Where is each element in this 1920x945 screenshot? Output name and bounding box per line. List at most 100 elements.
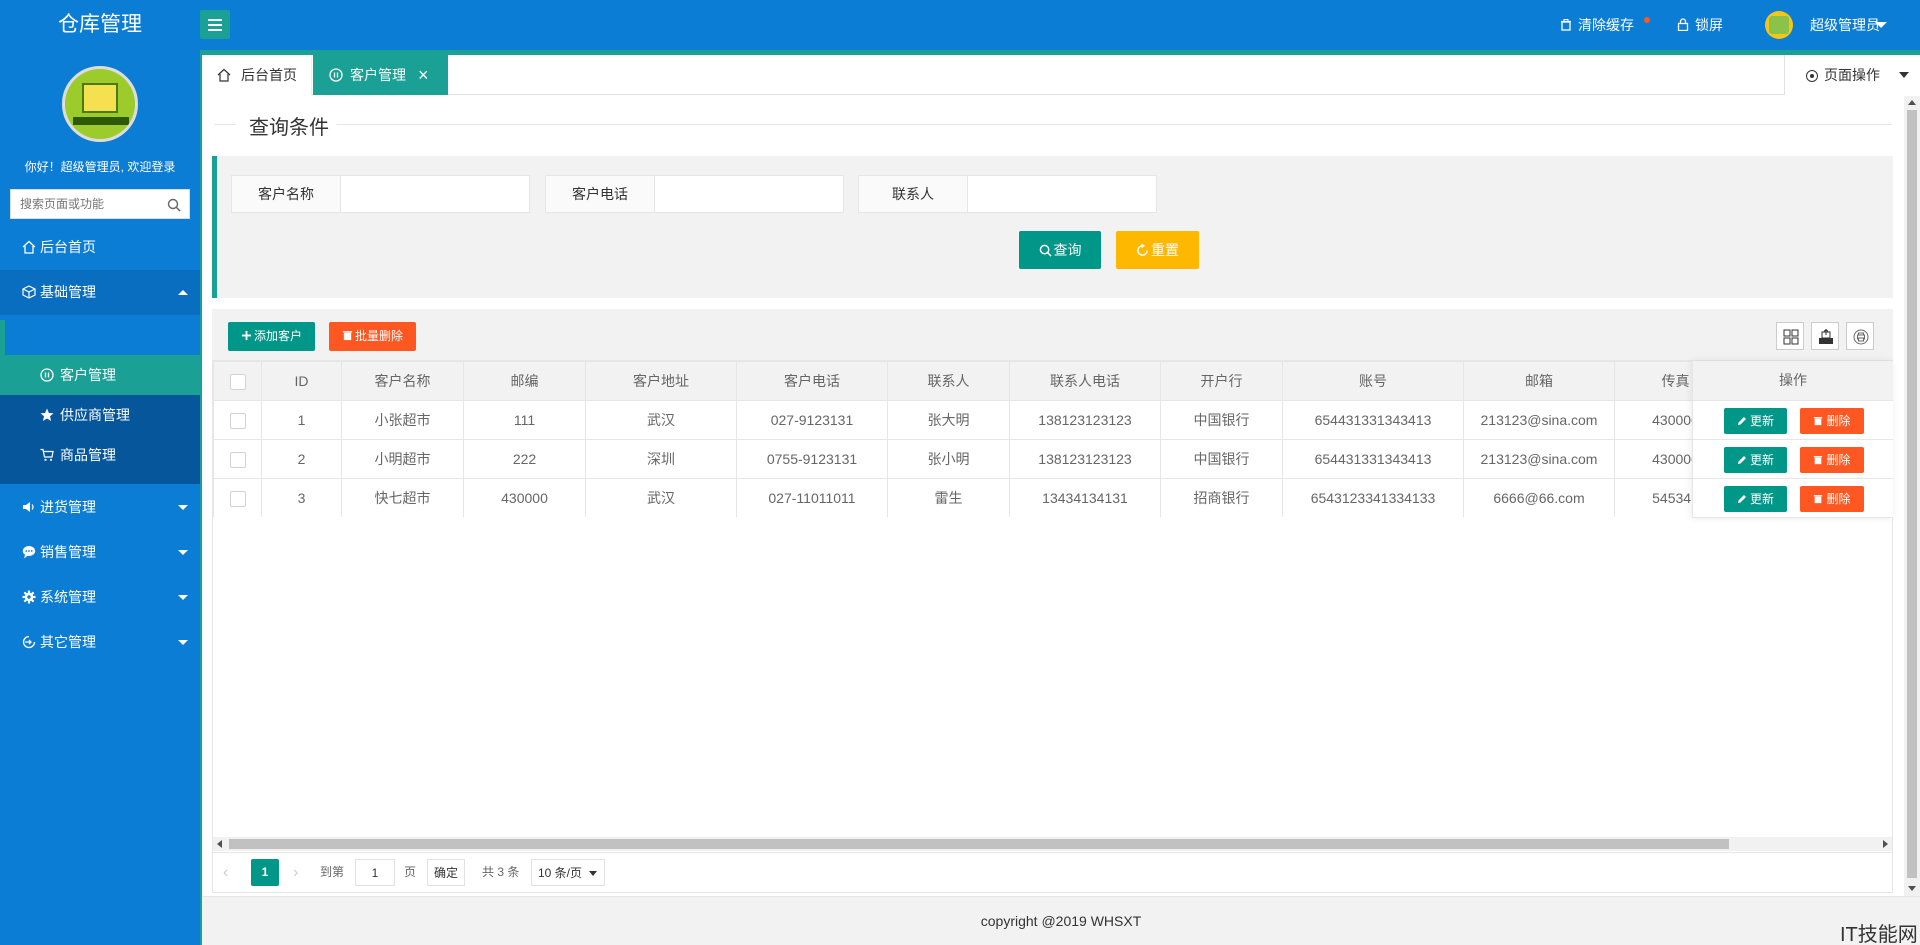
delete-button[interactable]: 删除 [1800, 447, 1864, 473]
reset-button[interactable]: 重置 [1116, 231, 1199, 269]
table-cell: 武汉 [585, 478, 737, 517]
vertical-scrollbar[interactable] [1904, 96, 1920, 896]
page-number-input[interactable]: 1 [355, 859, 395, 886]
sidebar-item-other[interactable]: 其它管理 [0, 620, 200, 665]
table-cell: 张大明 [887, 400, 1010, 440]
row-select-cell[interactable] [213, 400, 262, 440]
tab-home[interactable]: 后台首页 [202, 55, 312, 95]
table-header-row: ID 客户名称 邮编 客户地址 客户电话 联系人 联系人电话 开户行 账号 邮箱… [213, 361, 1737, 401]
pause-circle-icon [329, 68, 343, 82]
tab-customer[interactable]: 客户管理 × [313, 55, 448, 95]
customer-name-input[interactable] [341, 176, 529, 212]
cart-icon [40, 448, 54, 461]
sidebar-search-input[interactable] [11, 190, 161, 218]
sidebar-item-goods[interactable]: 商品管理 [0, 435, 200, 475]
table-cell: 654431331343413 [1282, 400, 1464, 440]
close-icon[interactable]: × [418, 55, 429, 95]
customer-phone-input[interactable] [655, 176, 843, 212]
row-select-cell[interactable] [213, 439, 262, 479]
sidebar-item-customer[interactable]: 客户管理 [0, 355, 200, 395]
trash-icon [1561, 18, 1571, 31]
column-header[interactable]: 邮箱 [1463, 361, 1615, 401]
column-header[interactable]: 联系人 [887, 361, 1010, 401]
batch-delete-button[interactable]: 批量删除 [329, 322, 416, 351]
sidebar-item-supplier[interactable]: 供应商管理 [0, 395, 200, 435]
user-menu[interactable]: 超级管理员 [1810, 0, 1880, 50]
search-button[interactable]: 查询 [1019, 231, 1101, 269]
app-title: 仓库管理 [58, 13, 142, 36]
trash-icon [1814, 455, 1823, 464]
print-button[interactable] [1846, 322, 1874, 350]
sidebar: 你好！超级管理员, 欢迎登录 后台首页 基础管理 客户管理 供应商管理 商品管理… [0, 50, 200, 945]
chevron-down-icon[interactable] [1875, 22, 1887, 28]
customer-phone-field: 客户电话 [545, 175, 845, 213]
column-header[interactable]: 客户名称 [341, 361, 464, 401]
operations-row: 更新 删除 [1693, 479, 1893, 518]
sidebar-item-purchase[interactable]: 进货管理 [0, 485, 200, 530]
horizontal-scrollbar[interactable] [213, 837, 1892, 851]
sidebar-item-home[interactable]: 后台首页 [0, 225, 200, 270]
sidebar-item-label: 销售管理 [40, 544, 96, 560]
page-size-select[interactable]: 10 条/页 [531, 859, 605, 886]
chevron-down-icon [589, 871, 597, 876]
column-header[interactable]: ID [261, 361, 342, 401]
sidebar-item-label: 客户管理 [60, 367, 116, 383]
page-operations-menu[interactable]: 页面操作 [1784, 55, 1920, 95]
delete-button[interactable]: 删除 [1800, 486, 1864, 512]
plus-icon [241, 331, 252, 341]
clear-cache-button[interactable]: 清除缓存 [1560, 0, 1634, 50]
confirm-page-button[interactable]: 确定 [427, 859, 465, 886]
table-row[interactable]: 3 快七超市 430000 武汉 027-11011011 雷生 1343413… [213, 478, 1737, 517]
column-header[interactable]: 客户地址 [585, 361, 737, 401]
pagination: ‹ 1 › 到第 1 页 确定 共 3 条 10 条/页 [213, 852, 1892, 892]
tab-bar: 后台首页 客户管理 × 页面操作 [202, 55, 1920, 95]
column-header[interactable]: 客户电话 [736, 361, 888, 401]
sidebar-search[interactable] [10, 189, 190, 219]
add-customer-button[interactable]: 添加客户 [228, 322, 315, 351]
column-header[interactable]: 开户行 [1160, 361, 1283, 401]
update-button[interactable]: 更新 [1724, 447, 1787, 473]
current-page[interactable]: 1 [251, 859, 279, 886]
table-cell: 雷生 [887, 478, 1010, 517]
select-all-cell[interactable] [213, 361, 262, 401]
top-header: 仓库管理 清除缓存 锁屏 超级管理员 [0, 0, 1920, 50]
export-button[interactable] [1811, 322, 1839, 350]
sidebar-item-sales[interactable]: 销售管理 [0, 530, 200, 575]
row-select-cell[interactable] [213, 478, 262, 517]
search-icon[interactable] [167, 198, 181, 212]
update-button[interactable]: 更新 [1724, 408, 1787, 434]
watermark: IT技能网 [1840, 924, 1918, 945]
table-cell: 2 [261, 439, 342, 479]
update-button[interactable]: 更新 [1724, 486, 1787, 512]
column-header: 操作 [1693, 361, 1893, 401]
sidebar-item-system[interactable]: 系统管理 [0, 575, 200, 620]
column-header[interactable]: 联系人电话 [1009, 361, 1161, 401]
table-cell: 3 [261, 478, 342, 517]
field-label: 客户名称 [231, 175, 341, 213]
sidebar-item-label: 进货管理 [40, 499, 96, 515]
row-checkbox[interactable] [229, 451, 246, 468]
chevron-left-icon[interactable]: ‹ [223, 859, 243, 886]
table-cell: 430000 [463, 478, 586, 517]
table-row[interactable]: 1 小张超市 111 武汉 027-9123131 张大明 1381231231… [213, 400, 1737, 440]
menu-toggle-button[interactable] [200, 10, 230, 39]
table-cell: 中国银行 [1160, 439, 1283, 479]
refresh-icon [1137, 243, 1148, 256]
trash-icon [1814, 494, 1823, 503]
chevron-down-icon [178, 550, 188, 555]
column-header[interactable]: 账号 [1282, 361, 1464, 401]
chevron-up-icon [178, 290, 188, 295]
contact-input[interactable] [968, 176, 1156, 212]
grid-icon [1783, 329, 1799, 345]
lock-screen-button[interactable]: 锁屏 [1677, 0, 1723, 50]
delete-button[interactable]: 删除 [1800, 408, 1864, 434]
columns-filter-button[interactable] [1776, 322, 1804, 350]
select-all-checkbox[interactable] [229, 373, 246, 390]
row-checkbox[interactable] [229, 490, 246, 507]
table-row[interactable]: 2 小明超市 222 深圳 0755-9123131 张小明 138123123… [213, 439, 1737, 479]
sidebar-item-basic[interactable]: 基础管理 [0, 270, 200, 315]
chevron-right-icon[interactable]: › [293, 859, 313, 886]
column-header[interactable]: 邮编 [463, 361, 586, 401]
row-checkbox[interactable] [229, 412, 246, 429]
user-avatar[interactable] [1765, 11, 1793, 39]
